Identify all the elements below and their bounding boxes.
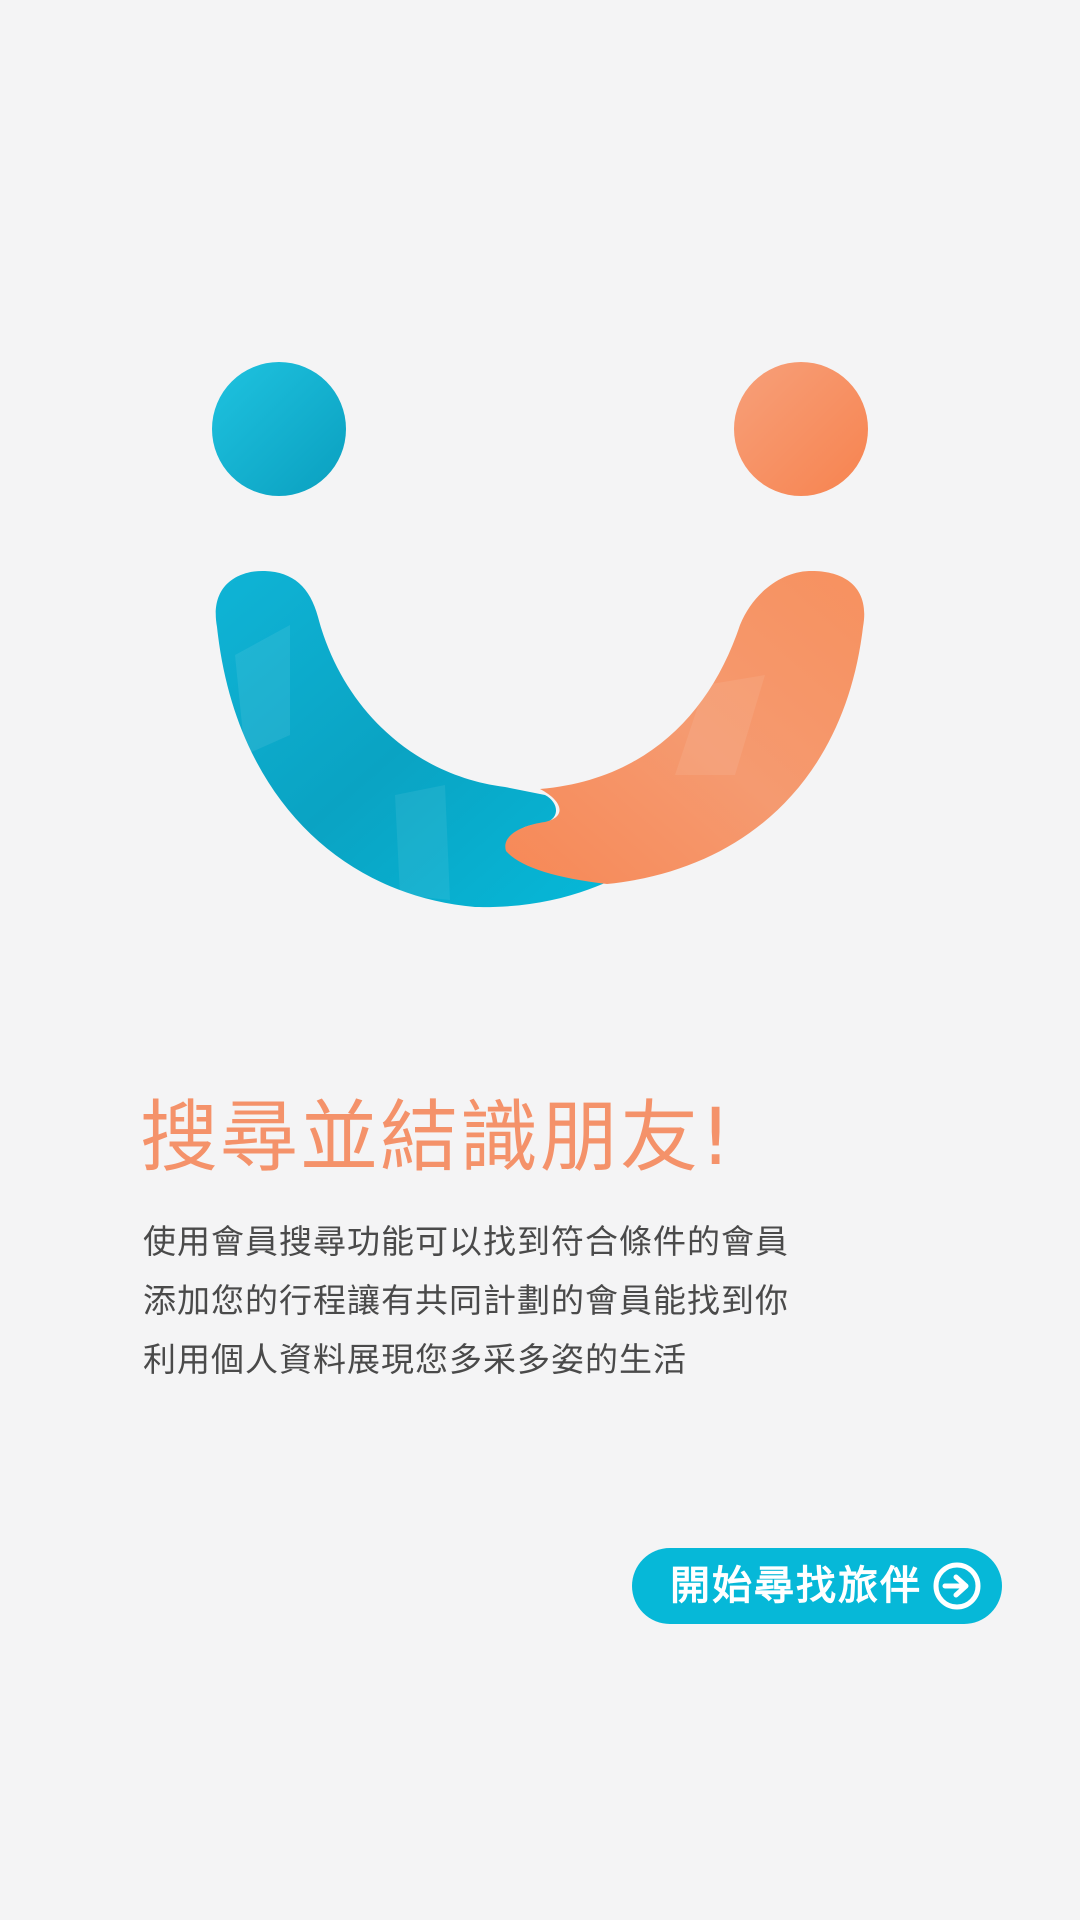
arrow-circle-right-icon <box>933 1562 981 1610</box>
description-line: 添加您的行程讓有共同計劃的會員能找到你 <box>143 1281 789 1320</box>
smiling-face-logo <box>212 362 868 908</box>
description: 使用會員搜尋功能可以找到符合條件的會員 添加您的行程讓有共同計劃的會員能找到你 … <box>143 1212 923 1389</box>
left-eye <box>212 362 346 496</box>
right-eye <box>734 362 868 496</box>
start-button-label: 開始尋找旅伴 <box>670 1564 922 1608</box>
description-line: 使用會員搜尋功能可以找到符合條件的會員 <box>143 1222 789 1261</box>
onboarding-screen: 搜尋並結識朋友! 使用會員搜尋功能可以找到符合條件的會員 添加您的行程讓有共同計… <box>0 0 1080 1920</box>
page-title: 搜尋並結識朋友! <box>140 1093 734 1183</box>
smile-right-half <box>505 570 865 884</box>
description-line: 利用個人資料展現您多采多姿的生活 <box>143 1340 687 1379</box>
logo-facet <box>395 785 450 900</box>
start-finding-companion-button[interactable]: 開始尋找旅伴 <box>632 1548 1002 1624</box>
